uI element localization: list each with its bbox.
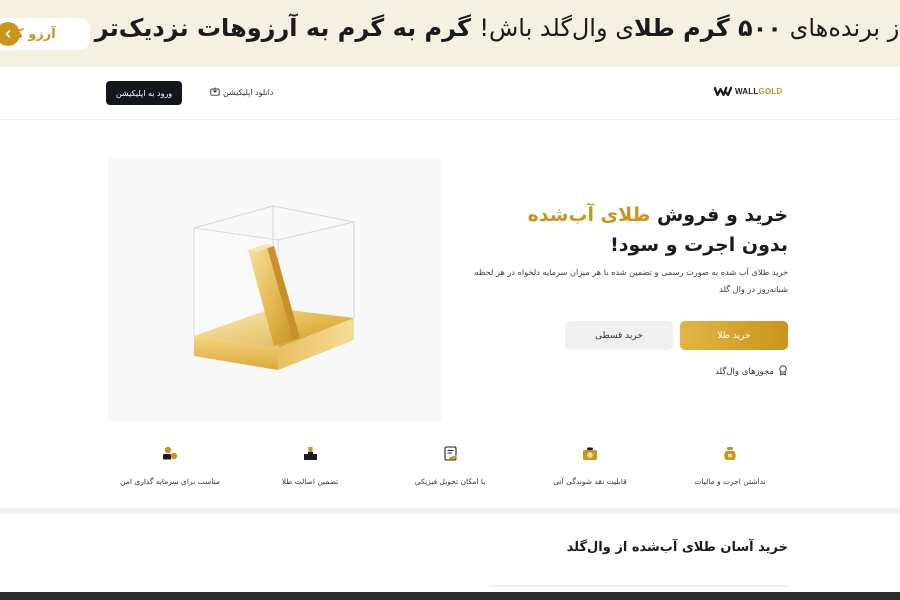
window-bottom-bar xyxy=(0,592,900,600)
promo-text-part2: ی وال‌گلد باش! xyxy=(479,14,634,42)
gold-pot-icon xyxy=(723,446,737,465)
feature-label: مناسب برای سرمایه گذاری امن xyxy=(120,477,220,486)
gold-bar-glass-case-illustration xyxy=(193,205,355,370)
download-app-label: دانلود اپلیکیشن xyxy=(223,88,274,97)
podium-gold-icon xyxy=(303,446,318,465)
promo-text-bold1: ۵۰۰ گرم طلا xyxy=(633,14,782,42)
logo-text: WALLGOLD xyxy=(735,87,782,96)
installment-buy-button[interactable]: خرید قسطی xyxy=(565,321,673,350)
feature-item: تضمین اصالت طلا xyxy=(240,446,380,492)
hero-title-line2: بدون اجرت و سود! xyxy=(610,234,788,256)
download-app-link[interactable]: دانلود اپلیکیشن xyxy=(210,87,273,98)
wallgold-logo[interactable]: WALLGOLD xyxy=(714,86,782,96)
wallgold-logo-icon xyxy=(714,86,732,96)
make-wish-button[interactable]: آرزو کـن xyxy=(0,18,90,50)
hero-title: خرید و فروش طلای آب‌شده بدون اجرت و سود! xyxy=(428,200,788,260)
delivery-note-icon xyxy=(443,446,458,465)
coins-stack-icon xyxy=(162,446,178,465)
buy-gold-button[interactable]: خرید طلا xyxy=(680,321,788,350)
chevron-left-icon xyxy=(0,22,20,46)
gold-bar-display-image xyxy=(108,158,442,422)
hero-title-prefix: خرید و فروش xyxy=(650,204,788,226)
hero-title-highlight: طلای آب‌شده xyxy=(527,204,651,226)
promo-text-part1: از برنده‌های xyxy=(781,14,900,42)
feature-label: تضمین اصالت طلا xyxy=(281,477,339,486)
logo-word-gold: GOLD xyxy=(758,86,783,96)
download-icon xyxy=(210,87,220,98)
feature-item: با امکان تحویل فیزیکی xyxy=(380,446,520,492)
feature-label: نداشتن اجرت و مالیات xyxy=(694,477,766,486)
feature-item: قابلیت نقد شوندگی آنی xyxy=(520,446,660,492)
logo-word-wall: WALL xyxy=(735,86,759,96)
licenses-link[interactable]: مجوزهای وال‌گلد xyxy=(715,365,788,379)
section-title: خرید آسان طلای آب‌شده از وال‌گلد xyxy=(566,540,788,555)
feature-label: قابلیت نقد شوندگی آنی xyxy=(553,477,627,486)
cash-coin-icon xyxy=(582,446,598,465)
site-header: ورود به اپلیکیشن دانلود اپلیکیشن WALLGOL… xyxy=(0,67,900,120)
promo-text-bold2: گرم به گرم به آرزوهات نزدیک‌تر شو xyxy=(47,14,480,42)
feature-item: مناسب برای سرمایه گذاری امن xyxy=(100,446,240,492)
hero-title-line1: خرید و فروش طلای آب‌شده xyxy=(428,200,788,230)
licenses-label: مجوزهای وال‌گلد xyxy=(715,367,774,377)
login-app-button[interactable]: ورود به اپلیکیشن xyxy=(106,81,182,105)
hero-description: خرید طلای آب شده به صورت رسمی و تضمین شد… xyxy=(474,267,788,294)
promo-banner: از برنده‌های ۵۰۰ گرم طلای وال‌گلد باش! گ… xyxy=(0,0,900,67)
section-content-edge xyxy=(490,585,788,587)
promo-text: از برنده‌های ۵۰۰ گرم طلای وال‌گلد باش! گ… xyxy=(48,14,900,42)
features-row: نداشتن اجرت و مالیات قابلیت نقد شوندگی آ… xyxy=(100,446,800,492)
feature-label: با امکان تحویل فیزیکی xyxy=(414,477,486,486)
section-divider xyxy=(0,508,900,514)
badge-icon xyxy=(778,365,788,379)
feature-item: نداشتن اجرت و مالیات xyxy=(660,446,800,492)
